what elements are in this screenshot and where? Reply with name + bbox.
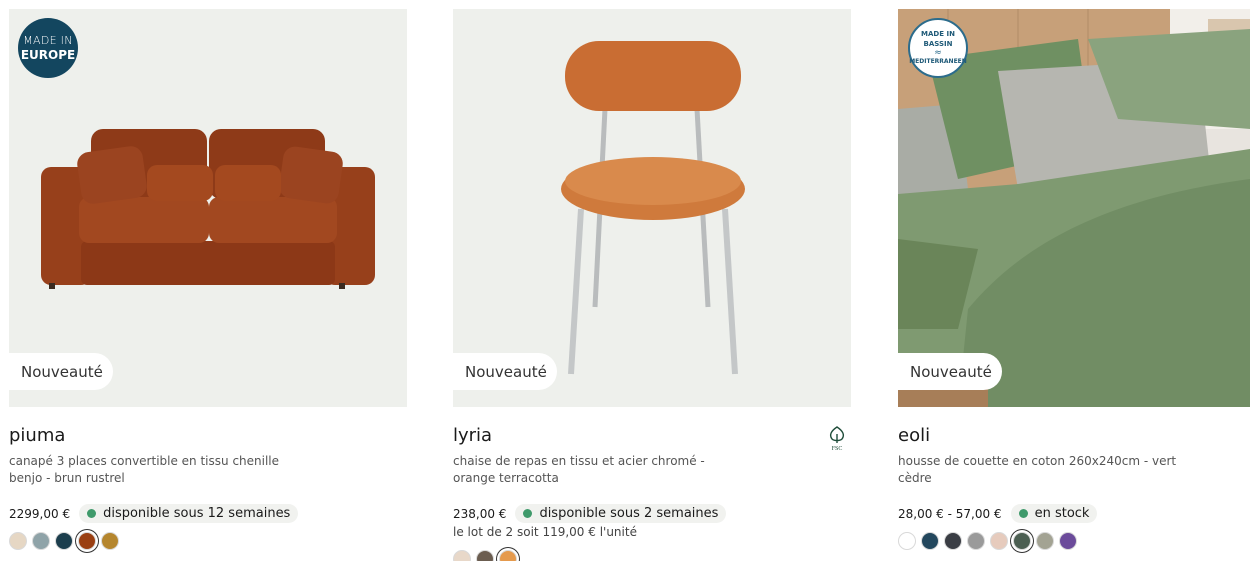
availability-badge: disponible sous 2 semaines bbox=[515, 504, 727, 523]
color-swatch[interactable] bbox=[990, 532, 1008, 550]
availability-dot-icon bbox=[1018, 509, 1028, 518]
color-swatch[interactable] bbox=[476, 550, 494, 561]
new-badge: Nouveauté bbox=[453, 353, 557, 390]
color-swatches bbox=[9, 532, 119, 550]
chair-image bbox=[453, 9, 851, 407]
svg-text:FSC: FSC bbox=[832, 446, 843, 451]
color-swatch[interactable] bbox=[55, 532, 73, 550]
made-in-mediterranean-badge: MADE IN BASSIN ≈ MEDITERRANEEN bbox=[908, 18, 968, 78]
color-swatch[interactable] bbox=[1036, 532, 1054, 550]
color-swatch[interactable] bbox=[1013, 532, 1031, 550]
price-row: 238,00 € disponible sous 2 semaines bbox=[453, 504, 727, 523]
product-image[interactable]: MADE IN BASSIN ≈ MEDITERRANEEN Nouveauté bbox=[898, 9, 1250, 407]
new-badge: Nouveauté bbox=[898, 353, 1002, 390]
product-name[interactable]: eoli bbox=[898, 425, 930, 446]
availability-badge: en stock bbox=[1010, 504, 1098, 523]
product-image[interactable]: Nouveauté bbox=[453, 9, 851, 407]
made-badge-line1: MADE IN bbox=[23, 34, 73, 47]
waves-icon: ≈ bbox=[934, 48, 942, 58]
product-card-eoli[interactable]: MADE IN BASSIN ≈ MEDITERRANEEN Nouveauté… bbox=[898, 9, 1250, 561]
price-row: 2299,00 € disponible sous 12 semaines bbox=[9, 504, 299, 523]
product-price: 2299,00 € bbox=[9, 506, 71, 521]
product-description: housse de couette en coton 260x240cm - v… bbox=[898, 454, 1177, 485]
color-swatch[interactable] bbox=[967, 532, 985, 550]
color-swatch[interactable] bbox=[898, 532, 916, 550]
availability-text: disponible sous 12 semaines bbox=[103, 506, 291, 521]
made-badge-line1: MADE IN bbox=[921, 30, 955, 38]
color-swatch[interactable] bbox=[1059, 532, 1077, 550]
fsc-tree-icon: FSC bbox=[829, 426, 845, 451]
color-swatch[interactable] bbox=[499, 550, 517, 561]
availability-text: disponible sous 2 semaines bbox=[539, 506, 719, 521]
product-price: 28,00 € - 57,00 € bbox=[898, 506, 1002, 521]
product-image[interactable]: MADE IN EUROPE Nouveauté bbox=[9, 9, 407, 407]
color-swatch[interactable] bbox=[101, 532, 119, 550]
color-swatch[interactable] bbox=[921, 532, 939, 550]
product-description: chaise de repas en tissu et acier chromé… bbox=[453, 454, 705, 485]
color-swatch[interactable] bbox=[32, 532, 50, 550]
new-badge: Nouveauté bbox=[9, 353, 113, 390]
product-card-piuma[interactable]: MADE IN EUROPE Nouveauté piuma canapé 3 … bbox=[9, 9, 407, 561]
color-swatches bbox=[453, 550, 517, 561]
product-price: 238,00 € bbox=[453, 506, 507, 521]
made-badge-line2: EUROPE bbox=[20, 48, 76, 62]
product-name[interactable]: lyria bbox=[453, 425, 492, 446]
availability-dot-icon bbox=[523, 509, 533, 518]
availability-dot-icon bbox=[87, 509, 97, 518]
color-swatch[interactable] bbox=[944, 532, 962, 550]
color-swatch[interactable] bbox=[78, 532, 96, 550]
made-in-europe-badge: MADE IN EUROPE bbox=[18, 18, 78, 78]
color-swatch[interactable] bbox=[9, 532, 27, 550]
made-badge-line3: MEDITERRANEEN bbox=[909, 58, 967, 65]
price-row: 28,00 € - 57,00 € en stock bbox=[898, 504, 1098, 523]
availability-text: en stock bbox=[1034, 506, 1090, 521]
availability-badge: disponible sous 12 semaines bbox=[79, 504, 299, 523]
color-swatch[interactable] bbox=[453, 550, 471, 561]
color-swatches bbox=[898, 532, 1077, 550]
unit-price-note: le lot de 2 soit 119,00 € l'unité bbox=[453, 525, 637, 539]
product-description: canapé 3 places convertible en tissu che… bbox=[9, 454, 280, 485]
product-card-lyria[interactable]: Nouveauté lyria FSC chaise de repas en t… bbox=[453, 9, 851, 561]
product-name[interactable]: piuma bbox=[9, 425, 65, 446]
